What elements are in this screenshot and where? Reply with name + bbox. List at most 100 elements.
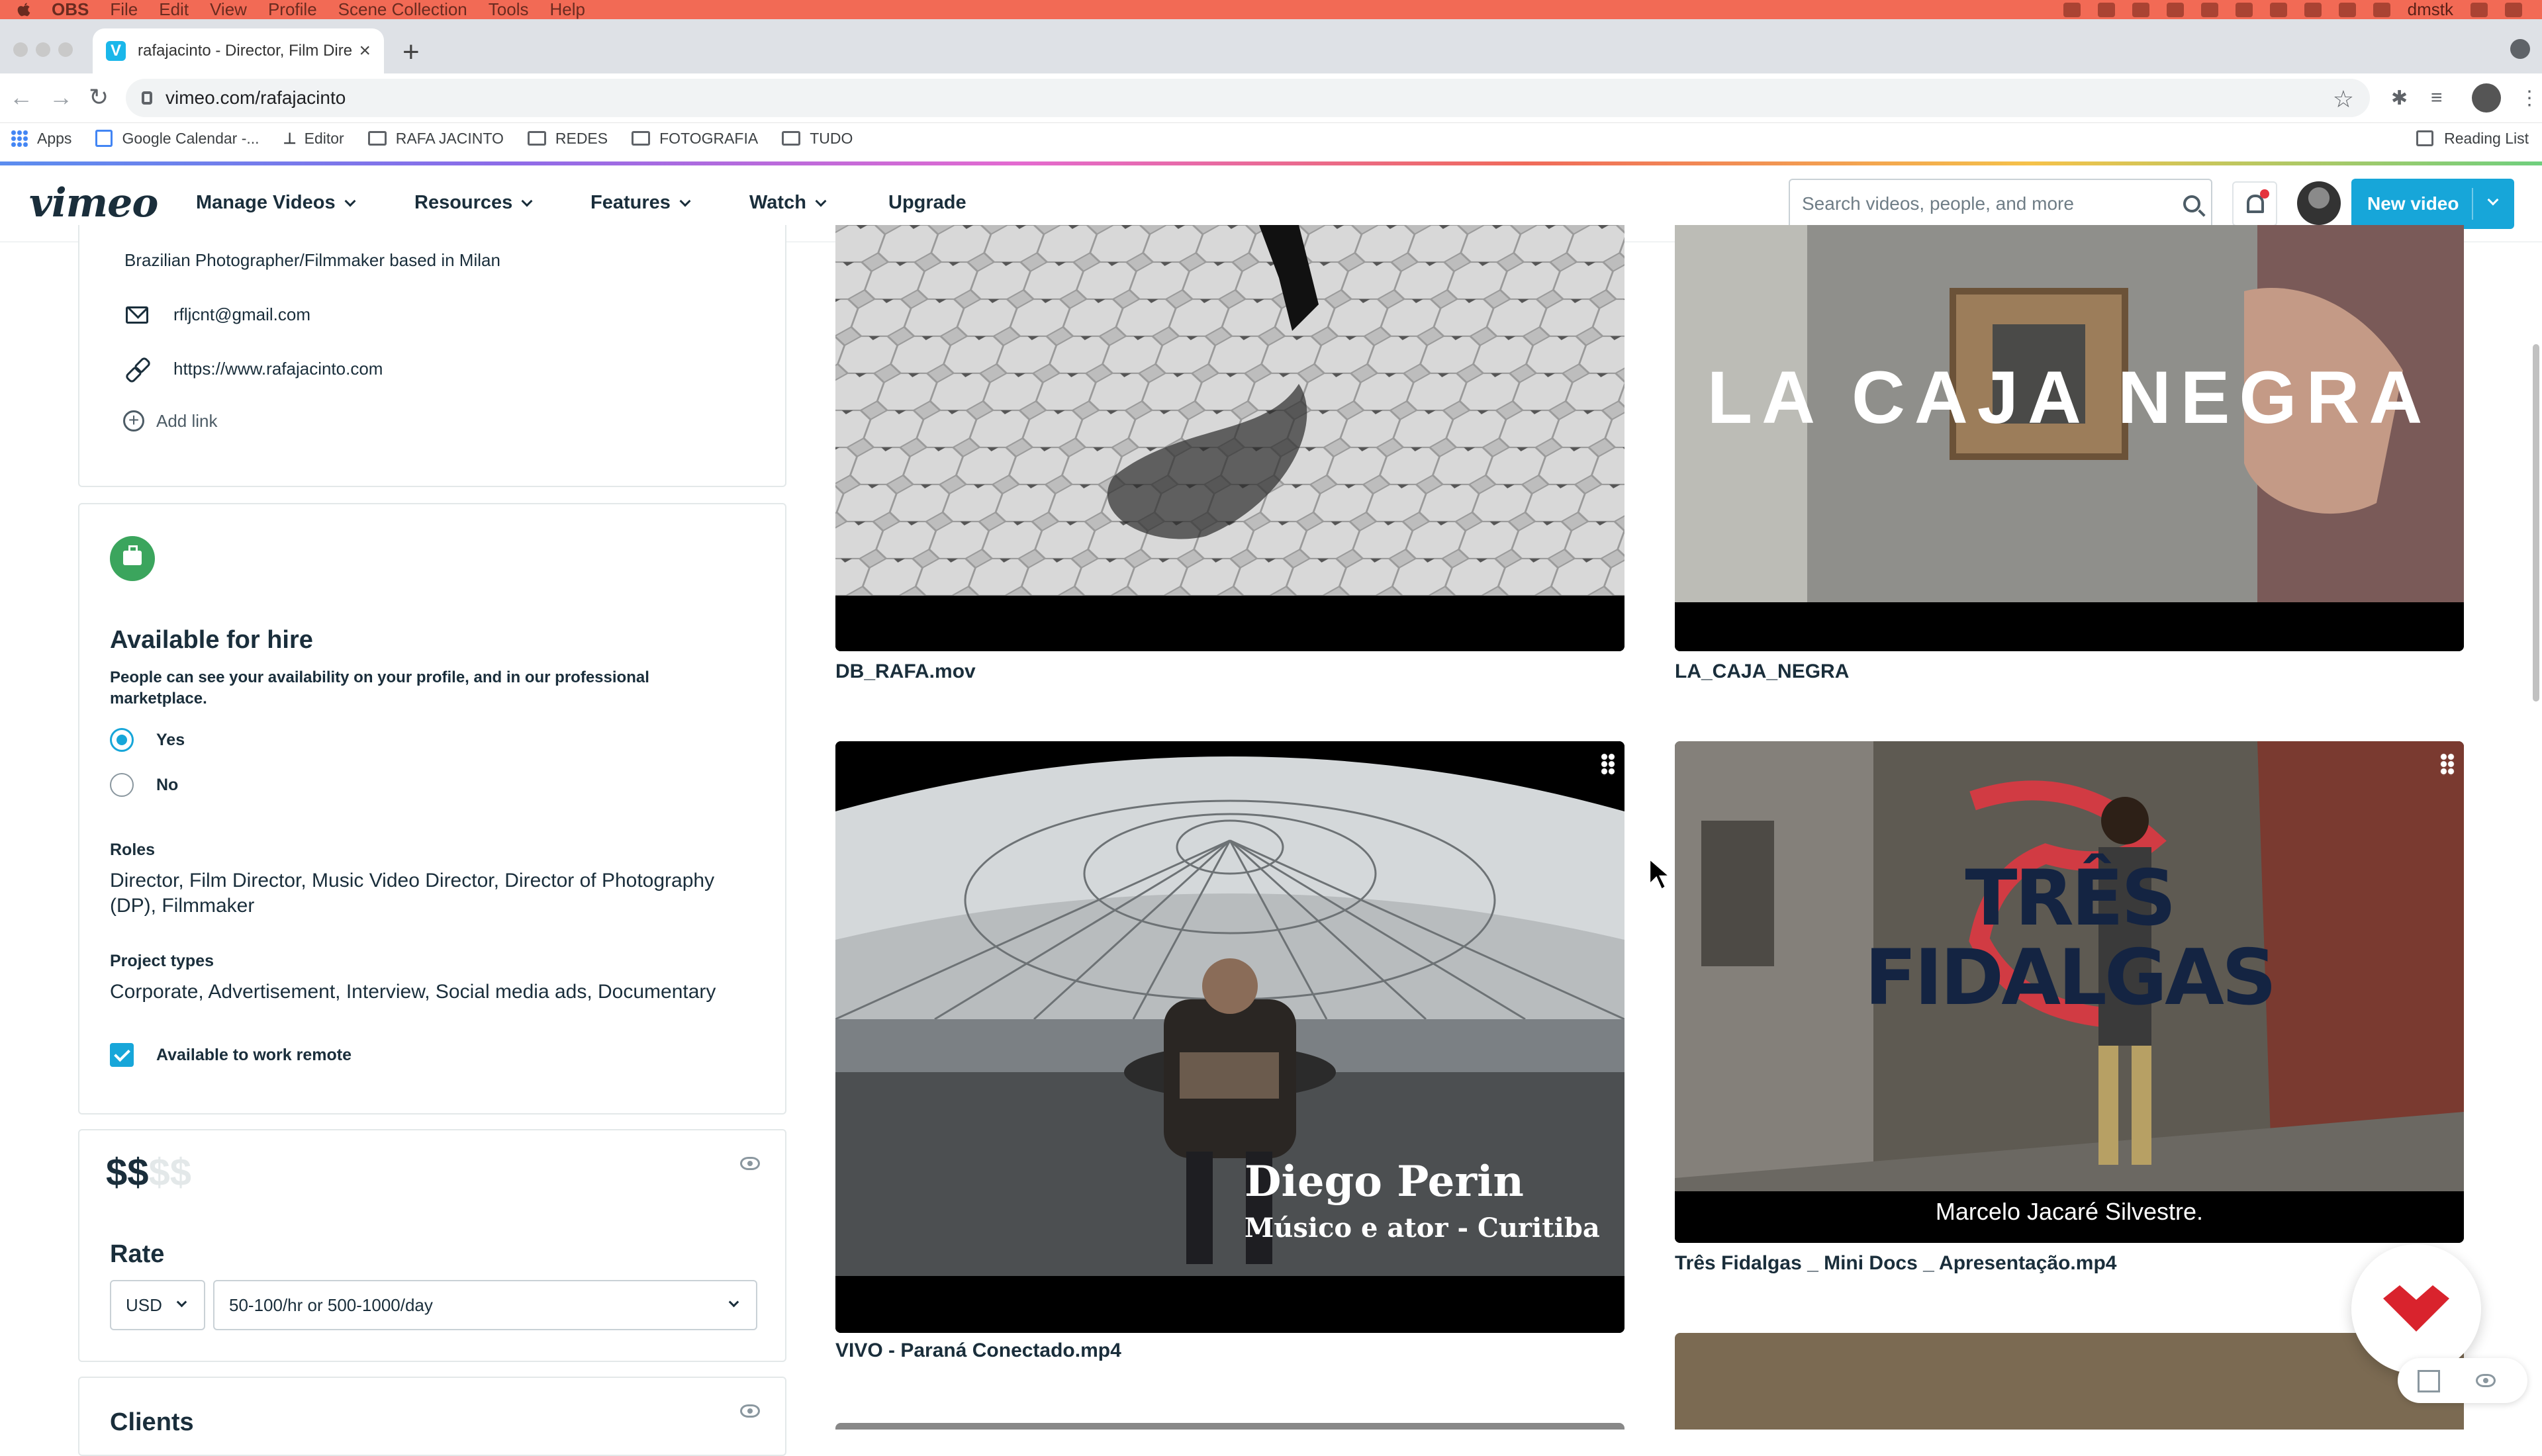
browser-profile-avatar[interactable] xyxy=(2472,83,2501,113)
menu-tools[interactable]: Tools xyxy=(489,0,529,19)
menu-profile[interactable]: Profile xyxy=(268,0,317,19)
back-button[interactable]: ← xyxy=(9,85,33,109)
hire-no-label[interactable]: No xyxy=(156,776,178,795)
address-bar[interactable]: vimeo.com/rafajacinto ☆ xyxy=(126,79,2370,117)
video-title[interactable]: LA_CAJA_NEGRA xyxy=(1675,660,1849,683)
chevron-down-icon[interactable] xyxy=(2487,194,2499,206)
menu-help[interactable]: Help xyxy=(549,0,585,19)
bookmark-star-icon[interactable]: ☆ xyxy=(2333,85,2354,113)
video-thumbnail-la-caja-negra[interactable]: LA CAJA NEGRA xyxy=(1675,225,2464,651)
video-title[interactable]: VIVO - Paraná Conectado.mp4 xyxy=(835,1340,1121,1362)
video-thumbnail-vivo[interactable]: Diego Perin Músico e ator - Curitiba xyxy=(835,741,1624,1333)
window-minimize-button[interactable] xyxy=(36,42,50,57)
thumbnail-overlay-text: LA CAJA NEGRA xyxy=(1707,356,2432,439)
clients-label: Clients xyxy=(110,1408,194,1436)
rate-range-select[interactable]: 50-100/hr or 500-1000/day xyxy=(213,1280,757,1330)
window-close-button[interactable] xyxy=(13,42,28,57)
add-link-button[interactable]: + Add link xyxy=(123,410,218,432)
media-controls-icon[interactable]: ≡ xyxy=(2431,87,2453,109)
menu-file[interactable]: File xyxy=(110,0,138,19)
flag-icon[interactable] xyxy=(2373,2,2390,17)
search-input[interactable] xyxy=(1801,193,2183,215)
bluetooth-icon[interactable] xyxy=(2235,2,2253,17)
spotlight-search-icon[interactable] xyxy=(2471,2,2488,17)
remote-checkbox[interactable] xyxy=(110,1043,134,1067)
bookmark-editor[interactable]: ⊥ Editor xyxy=(283,130,344,148)
bookmark-rafa-jacinto[interactable]: RAFA JACINTO xyxy=(367,130,504,148)
new-tab-button[interactable]: + xyxy=(402,38,420,67)
bookmark-redes[interactable]: REDES xyxy=(527,130,608,148)
wifi-icon[interactable] xyxy=(2304,2,2322,17)
bookmark-fotografia[interactable]: FOTOGRAFIA xyxy=(632,130,758,148)
chevron-down-icon xyxy=(344,195,356,207)
control-center-icon[interactable] xyxy=(2505,2,2522,17)
video-thumbnail-next[interactable] xyxy=(1675,1333,2464,1430)
visibility-eye-icon[interactable] xyxy=(2476,1374,2496,1387)
lock-icon[interactable] xyxy=(142,91,152,105)
bookmark-google-calendar[interactable]: Google Calendar -... xyxy=(95,130,259,148)
bookmark-label: TUDO xyxy=(810,129,853,147)
video-thumbnail-tres-fidalgas[interactable]: TRÊS FIDALGAS Marcelo Jacaré Silvestre. xyxy=(1675,741,2464,1243)
menu-edit[interactable]: Edit xyxy=(159,0,189,19)
chevron-down-icon xyxy=(679,195,691,207)
tab-search-icon[interactable] xyxy=(2510,39,2530,59)
bookmark-tudo[interactable]: TUDO xyxy=(782,130,853,148)
status-app-icon[interactable] xyxy=(2132,2,2149,17)
hire-no-radio[interactable] xyxy=(110,773,134,797)
grid-view-icon[interactable] xyxy=(2418,1370,2440,1392)
volume-icon[interactable] xyxy=(2338,2,2356,17)
new-video-button[interactable]: New video xyxy=(2351,179,2514,229)
folder-icon xyxy=(527,131,546,146)
profile-website[interactable]: https://www.rafajacinto.com xyxy=(173,359,383,379)
vimeo-heart-icon xyxy=(2383,1285,2449,1332)
airplay-icon[interactable] xyxy=(2269,2,2287,17)
reading-list-button[interactable]: Reading List xyxy=(2416,123,2529,154)
dropbox-icon[interactable] xyxy=(2063,2,2081,17)
tab-close-icon[interactable]: × xyxy=(359,40,371,62)
bookmark-apps[interactable]: Apps xyxy=(11,130,71,148)
status-app-icon[interactable] xyxy=(2097,2,2115,17)
nav-upgrade[interactable]: Upgrade xyxy=(888,192,966,214)
menubar-user[interactable]: dmstk xyxy=(2408,0,2453,20)
profile-email[interactable]: rfljcnt@gmail.com xyxy=(173,304,310,325)
currency-select[interactable]: USD xyxy=(110,1280,205,1330)
url-text[interactable]: vimeo.com/rafajacinto xyxy=(165,87,346,109)
skype-icon[interactable] xyxy=(2200,2,2218,17)
screen-icon[interactable] xyxy=(2166,2,2184,17)
vimeo-floating-widget[interactable] xyxy=(2351,1244,2481,1374)
hire-yes-radio[interactable] xyxy=(110,728,134,752)
browser-menu-icon[interactable]: ⋮ xyxy=(2519,87,2542,109)
hire-description: People can see your availability on your… xyxy=(110,668,649,707)
vimeo-logo[interactable]: vimeo xyxy=(29,180,158,226)
page-scrollbar[interactable] xyxy=(2533,344,2539,702)
reload-button[interactable]: ↻ xyxy=(89,85,109,109)
remote-label[interactable]: Available to work remote xyxy=(156,1046,352,1065)
search-icon[interactable] xyxy=(2183,195,2200,212)
rate-range-value: 50-100/hr or 500-1000/day xyxy=(229,1295,433,1315)
visibility-eye-icon[interactable] xyxy=(740,1157,760,1170)
window-zoom-button[interactable] xyxy=(58,42,73,57)
video-title[interactable]: DB_RAFA.mov xyxy=(835,660,976,683)
video-thumbnail-next[interactable] xyxy=(835,1423,1624,1430)
nav-watch[interactable]: Watch xyxy=(749,192,827,214)
drag-handle-icon[interactable] xyxy=(2440,753,2455,776)
thumbnail-image xyxy=(835,225,1624,651)
user-avatar[interactable] xyxy=(2297,181,2341,225)
menu-scene-collection[interactable]: Scene Collection xyxy=(338,0,467,19)
drag-handle-icon[interactable] xyxy=(1601,753,1615,776)
video-title[interactable]: Três Fidalgas _ Mini Docs _ Apresentação… xyxy=(1675,1252,2116,1275)
visibility-eye-icon[interactable] xyxy=(740,1404,760,1418)
video-thumbnail-db-rafa[interactable] xyxy=(835,225,1624,651)
apple-icon[interactable] xyxy=(15,1,33,19)
nav-features[interactable]: Features xyxy=(590,192,691,214)
extensions-icon[interactable]: ✱ xyxy=(2391,87,2414,109)
nav-resources[interactable]: Resources xyxy=(414,192,533,214)
menu-view[interactable]: View xyxy=(210,0,247,19)
apps-grid-icon xyxy=(11,130,28,147)
hire-yes-label[interactable]: Yes xyxy=(156,731,185,750)
menu-app-obs[interactable]: OBS xyxy=(52,0,89,19)
browser-tab-active[interactable]: V rafajacinto - Director, Film Dire × xyxy=(93,28,384,73)
notifications-button[interactable] xyxy=(2232,181,2277,226)
nav-manage-videos[interactable]: Manage Videos xyxy=(196,192,356,214)
forward-button[interactable]: → xyxy=(49,85,73,109)
